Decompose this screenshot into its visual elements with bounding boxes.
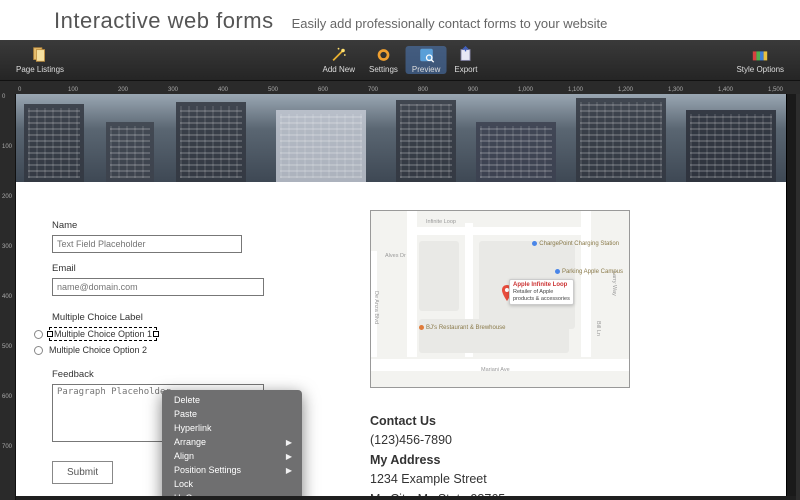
address-heading: My Address (370, 453, 440, 467)
scrollbar-vertical[interactable] (796, 94, 800, 500)
info-column: Infinite Loop Mariani Ave De Anza Blvd L… (370, 210, 750, 496)
form-column: Name Email Multiple Choice Label Multipl… (52, 210, 312, 496)
name-label: Name (52, 220, 312, 231)
address-line2: My City, My State 98765 (370, 492, 505, 497)
feedback-label: Feedback (52, 369, 312, 380)
email-input[interactable] (52, 278, 264, 296)
contact-heading: Contact Us (370, 414, 436, 428)
name-input[interactable] (52, 235, 242, 253)
contact-block: Contact Us (123)456-7890 My Address 1234… (370, 412, 750, 496)
map-poi: ChargePoint Charging Station (532, 241, 619, 247)
export-icon (457, 46, 475, 64)
export-button[interactable]: Export (448, 46, 483, 74)
ctx-hyperlink[interactable]: Hyperlink (162, 421, 302, 435)
ruler-horizontal: 0 100 200 300 400 500 600 700 800 900 1,… (0, 80, 800, 94)
mc-option-1[interactable]: Multiple Choice Option 1 (34, 327, 312, 341)
promo-title: Interactive web forms (54, 8, 274, 34)
app-window: Page Listings Add New Settings Preview E… (0, 40, 800, 500)
chevron-right-icon: ▶ (286, 452, 292, 461)
preview-icon (417, 46, 435, 64)
email-label: Email (52, 263, 312, 274)
ctx-arrange[interactable]: Arrange▶ (162, 435, 302, 449)
address-line1: 1234 Example Street (370, 472, 487, 486)
ruler-vertical: 0 100 200 300 400 500 600 700 (0, 94, 16, 500)
map-callout: Apple Infinite Loop Retailer of Apple pr… (509, 279, 574, 305)
map-widget[interactable]: Infinite Loop Mariani Ave De Anza Blvd L… (370, 210, 630, 388)
ctx-ungroup[interactable]: UnGroup (162, 491, 302, 496)
chevron-right-icon: ▶ (286, 438, 292, 447)
add-new-button[interactable]: Add New (317, 46, 361, 74)
settings-button[interactable]: Settings (363, 46, 404, 74)
context-menu: Delete Paste Hyperlink Arrange▶ Align▶ P… (162, 390, 302, 496)
ctx-paste[interactable]: Paste (162, 407, 302, 421)
page-listings-button[interactable]: Page Listings (10, 46, 70, 74)
palette-icon (751, 46, 769, 64)
toolbar: Page Listings Add New Settings Preview E… (0, 40, 800, 80)
selected-element[interactable]: Multiple Choice Option 1 (49, 327, 157, 341)
style-options-button[interactable]: Style Options (730, 46, 790, 74)
mc-option-2[interactable]: Multiple Choice Option 2 (34, 345, 312, 355)
promo-bar: Interactive web forms Easily add profess… (0, 0, 800, 40)
mc-label: Multiple Choice Label (52, 312, 312, 323)
map-poi: BJ's Restaurant & Brewhouse (419, 325, 506, 331)
submit-button[interactable]: Submit (52, 461, 113, 484)
hero-image[interactable] (16, 94, 786, 182)
map-poi: Parking Apple Campus (555, 269, 623, 275)
wand-icon (330, 46, 348, 64)
ctx-lock[interactable]: Lock (162, 477, 302, 491)
ctx-delete[interactable]: Delete (162, 393, 302, 407)
radio-icon (34, 330, 43, 339)
contact-phone: (123)456-7890 (370, 433, 452, 447)
canvas[interactable]: Name Email Multiple Choice Label Multipl… (16, 94, 796, 496)
ctx-position-settings[interactable]: Position Settings▶ (162, 463, 302, 477)
page[interactable]: Name Email Multiple Choice Label Multipl… (16, 94, 786, 496)
gear-icon (374, 46, 392, 64)
preview-button[interactable]: Preview (406, 46, 446, 74)
radio-icon (34, 346, 43, 355)
chevron-right-icon: ▶ (286, 466, 292, 475)
promo-subtitle: Easily add professionally contact forms … (292, 16, 608, 31)
ctx-align[interactable]: Align▶ (162, 449, 302, 463)
pages-icon (31, 46, 49, 64)
